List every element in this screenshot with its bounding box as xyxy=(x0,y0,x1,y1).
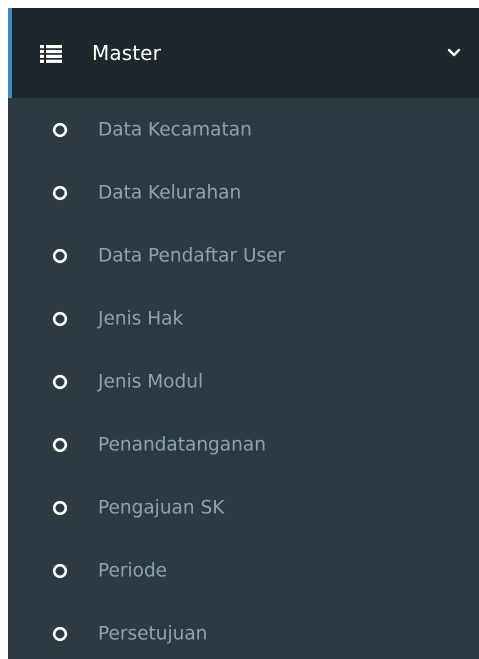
circle-outline-icon xyxy=(52,626,68,641)
submenu-item-label: Data Kecamatan xyxy=(98,119,252,140)
submenu-item-periode[interactable]: Periode xyxy=(8,539,479,602)
submenu-item-persetujuan[interactable]: Persetujuan xyxy=(8,602,479,659)
submenu-item-label: Pengajuan SK xyxy=(98,497,225,518)
menu-title: Master xyxy=(92,41,161,65)
circle-outline-icon xyxy=(52,374,68,389)
circle-outline-icon xyxy=(52,122,68,137)
circle-outline-icon xyxy=(52,185,68,200)
submenu-item-data-kecamatan[interactable]: Data Kecamatan xyxy=(8,98,479,161)
menu-master-header[interactable]: Master xyxy=(8,8,479,98)
submenu-item-jenis-modul[interactable]: Jenis Modul xyxy=(8,350,479,413)
chevron-down-icon[interactable] xyxy=(447,48,461,58)
submenu-item-data-pendaftar-user[interactable]: Data Pendaftar User xyxy=(8,224,479,287)
submenu-item-label: Jenis Modul xyxy=(98,371,204,392)
list-icon xyxy=(40,45,62,63)
submenu-item-label: Persetujuan xyxy=(98,623,208,644)
circle-outline-icon xyxy=(52,563,68,578)
submenu-list: Data Kecamatan Data Kelurahan Data Penda… xyxy=(8,98,479,659)
circle-outline-icon xyxy=(52,248,68,263)
sidebar: Master Data Kecamatan Data Kelurahan Dat… xyxy=(8,8,479,659)
submenu-item-label: Penandatanganan xyxy=(98,434,266,455)
submenu-item-label: Jenis Hak xyxy=(98,308,184,329)
submenu-item-penandatanganan[interactable]: Penandatanganan xyxy=(8,413,479,476)
circle-outline-icon xyxy=(52,437,68,452)
submenu-item-data-kelurahan[interactable]: Data Kelurahan xyxy=(8,161,479,224)
submenu-item-label: Data Kelurahan xyxy=(98,182,242,203)
submenu-item-label: Data Pendaftar User xyxy=(98,245,286,266)
submenu-item-jenis-hak[interactable]: Jenis Hak xyxy=(8,287,479,350)
submenu-item-label: Periode xyxy=(98,560,168,581)
submenu-item-pengajuan-sk[interactable]: Pengajuan SK xyxy=(8,476,479,539)
circle-outline-icon xyxy=(52,311,68,326)
circle-outline-icon xyxy=(52,500,68,515)
